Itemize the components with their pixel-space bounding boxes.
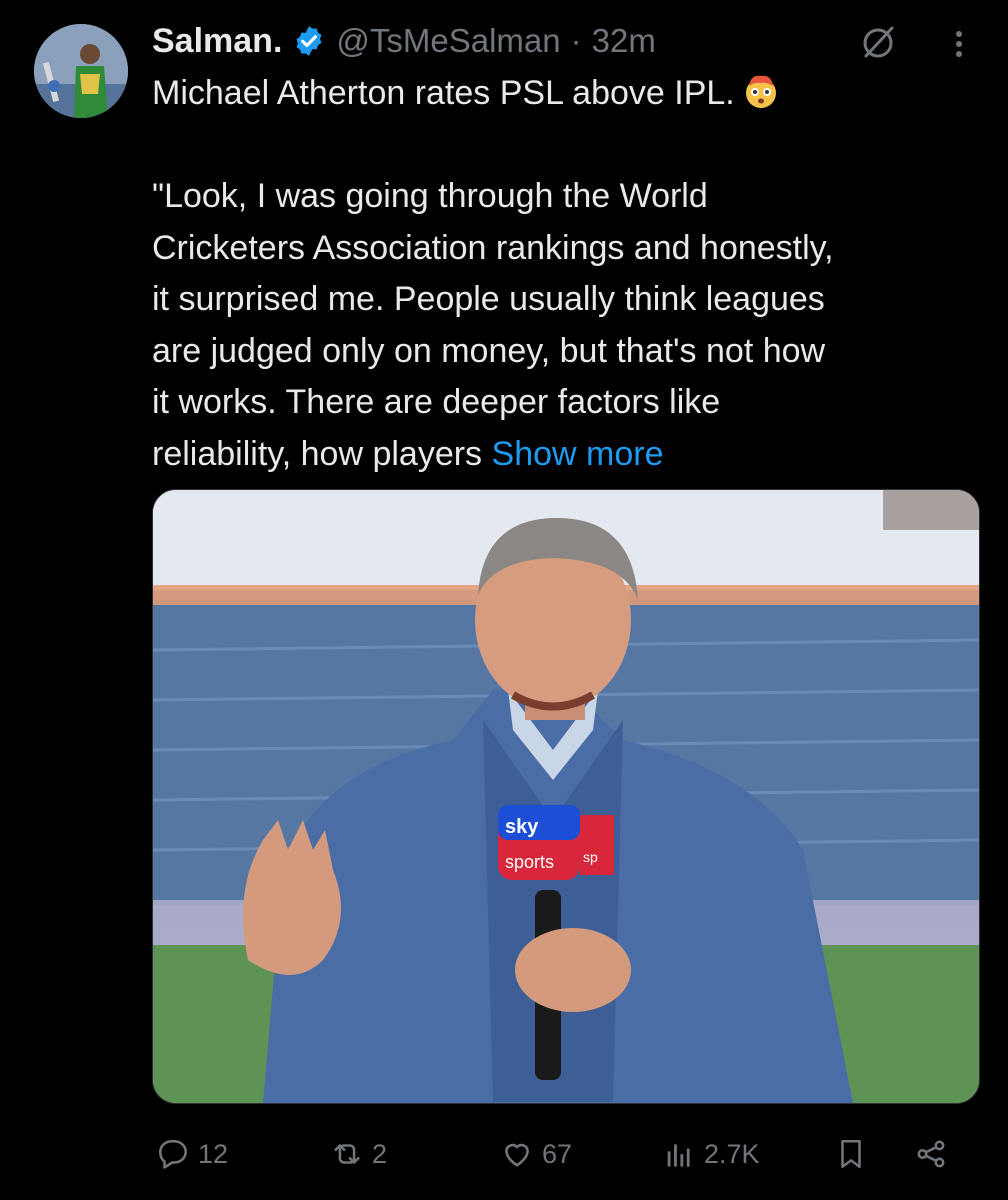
separator-dot: · (570, 22, 582, 59)
tweet-body-last-line: reliability, how players Show more (152, 434, 664, 473)
more-icon[interactable] (944, 24, 974, 64)
views-count: 2.7K (704, 1138, 760, 1169)
like-button[interactable]: 67 (500, 1126, 572, 1182)
avatar-image (34, 24, 128, 118)
tweet-action-bar: 12 2 67 2.7K (152, 1126, 978, 1182)
views-button[interactable]: 2.7K (662, 1126, 760, 1182)
repost-button[interactable]: 2 (330, 1126, 387, 1182)
author-handle[interactable]: @TsMeSalman (336, 22, 560, 60)
tweet-body-line: it works. There are deeper factors like (152, 383, 721, 421)
reply-icon (158, 1139, 188, 1169)
mic-flag-bottom-text: sports (505, 852, 554, 872)
tweet-body-line: it surprised me. People usually think le… (152, 280, 825, 318)
tweet-media-image[interactable]: sky sports sp (152, 489, 980, 1104)
share-button[interactable] (914, 1126, 948, 1182)
flushed-exploding-head-emoji (745, 75, 776, 108)
show-more-link[interactable]: Show more (492, 435, 664, 473)
avatar[interactable] (34, 24, 128, 118)
share-icon (917, 1140, 945, 1168)
timestamp[interactable]: 32m (592, 22, 656, 60)
repost-count: 2 (372, 1138, 388, 1169)
bookmark-button[interactable] (834, 1126, 868, 1182)
photo-commentator-with-microphone: sky sports sp (153, 490, 979, 1103)
tweet-headline: Michael Atherton rates PSL above IPL. (152, 68, 982, 120)
mic-flag-top-text: sky (505, 816, 539, 838)
tweet-text: Michael Atherton rates PSL above IPL. "L… (152, 68, 982, 480)
verified-badge-icon (296, 26, 322, 56)
like-count: 67 (542, 1138, 573, 1169)
author-name[interactable]: Salman. (152, 22, 282, 61)
views-icon (667, 1144, 690, 1167)
tweet-body-line: Cricketers Association rankings and hone… (152, 228, 834, 267)
reply-count: 12 (198, 1138, 229, 1169)
bookmark-icon (841, 1139, 861, 1169)
grok-icon[interactable] (858, 22, 898, 62)
tweet-header: Salman. @TsMeSalman · 32m (152, 18, 656, 64)
tweet-body-line: are judged only on money, but that's not… (152, 331, 826, 370)
mic-flag-side-text: sp (583, 849, 598, 865)
like-icon (505, 1143, 529, 1167)
repost-icon (334, 1144, 360, 1164)
reply-button[interactable]: 12 (156, 1126, 228, 1182)
tweet-body-line: "Look, I was going through the World (152, 177, 708, 215)
